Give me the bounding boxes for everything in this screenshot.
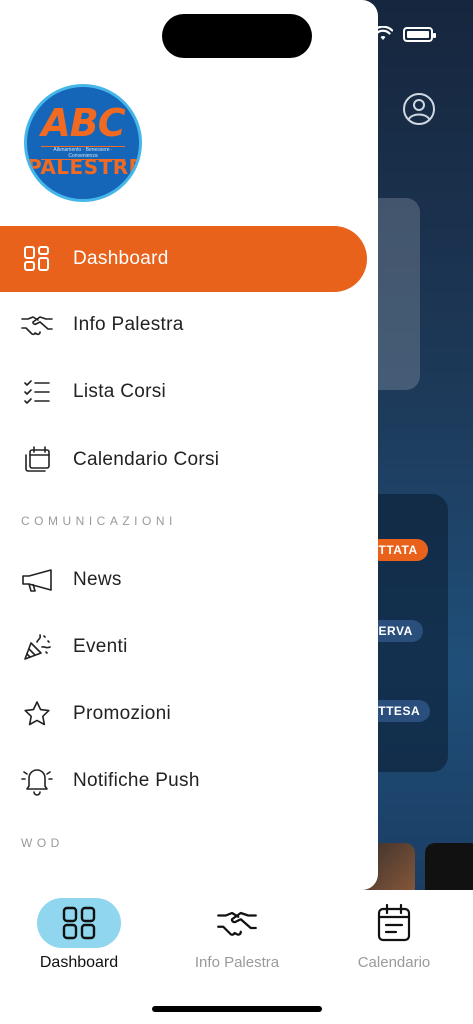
bottom-navigation: Dashboard Info Palestra Calendario [0,890,473,1024]
nav-label: Calendario [357,954,431,971]
handshake-icon [21,309,53,341]
menu-item-dashboard[interactable]: Dashboard [0,226,367,292]
menu-item-label: Info Palestra [73,314,184,335]
nav-label: Info Palestra [194,954,280,971]
section-header-wod: WOD [21,836,64,850]
menu-item-label: Lista Corsi [73,381,167,402]
menu-item-calendario-corsi[interactable]: Calendario Corsi [0,427,367,493]
menu-item-label: News [73,569,122,590]
bell-icon [21,765,53,797]
party-popper-icon [21,631,53,663]
nav-pill [352,898,436,948]
menu-item-info-palestra[interactable]: Info Palestra [0,292,367,358]
nav-item-dashboard[interactable]: Dashboard [9,898,149,972]
menu-item-label: Notifiche Push [73,770,200,791]
menu-item-label: Eventi [73,636,128,657]
menu-item-label: Dashboard [73,248,169,269]
calendar-stack-icon [21,444,53,476]
menu-item-promozioni[interactable]: Promozioni [0,681,367,747]
dashboard-icon [62,906,96,940]
logo-top-text: ABC [41,101,125,145]
status-bar [373,26,436,42]
nav-item-info-palestra[interactable]: Info Palestra [167,898,307,971]
handshake-icon [217,911,257,936]
battery-icon [403,26,436,42]
dashboard-icon [21,243,53,275]
home-indicator [152,1006,322,1012]
menu-item-label: Calendario Corsi [73,449,220,470]
megaphone-icon [21,564,53,596]
background-thumbnail [425,843,473,890]
star-icon [21,698,53,730]
navigation-drawer: ABC Allenamento · Benessere · Convenienz… [0,0,378,890]
nav-label: Dashboard [39,954,119,971]
calendar-icon [377,904,411,942]
nav-pill [195,898,279,948]
menu-item-lista-corsi[interactable]: Lista Corsi [0,359,367,425]
gym-logo: ABC Allenamento · Benessere · Convenienz… [24,84,142,202]
menu-item-label: Promozioni [73,703,172,724]
logo-bottom-text: PALESTRE [27,155,142,179]
menu-item-news[interactable]: News [0,547,367,613]
profile-icon[interactable] [402,92,436,126]
menu-item-notifiche-push[interactable]: Notifiche Push [0,748,367,814]
nav-pill [37,898,121,948]
dynamic-island [162,14,312,58]
menu-item-eventi[interactable]: Eventi [0,614,367,680]
checklist-icon [21,376,53,408]
nav-item-calendario[interactable]: Calendario [324,898,464,971]
section-header-comunicazioni: COMUNICAZIONI [21,514,177,528]
